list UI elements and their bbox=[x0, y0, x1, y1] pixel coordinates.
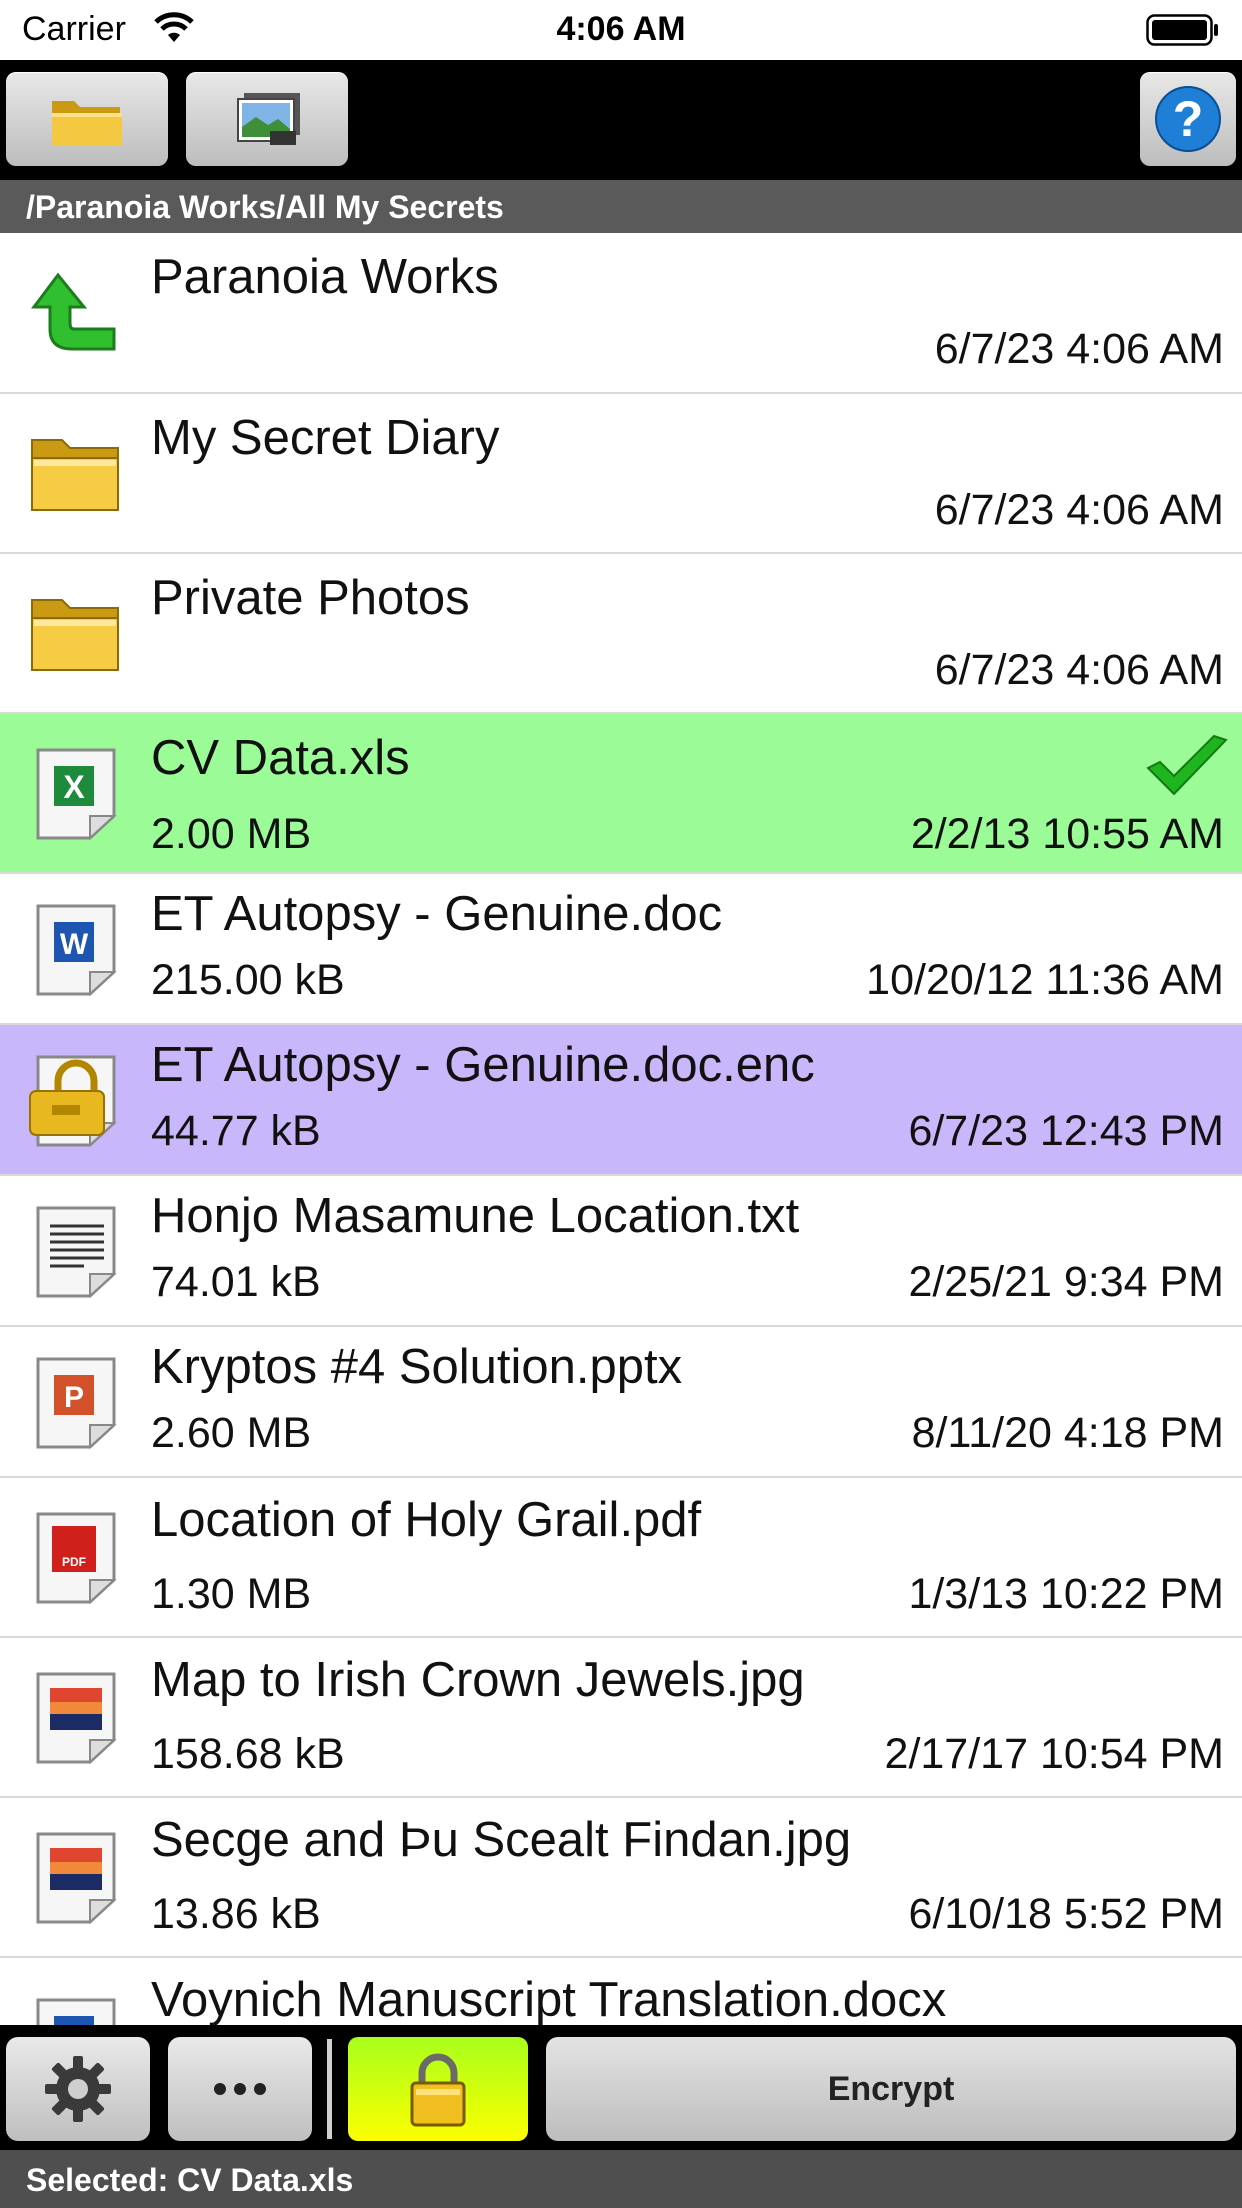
file-row[interactable]: P Kryptos #4 Solution.pptx 2.60 MB 8/11/… bbox=[0, 1327, 1242, 1478]
row-name: ET Autopsy - Genuine.doc bbox=[151, 887, 723, 941]
row-date: 6/7/23 4:06 AM bbox=[934, 486, 1224, 534]
file-row-encrypted[interactable]: ET Autopsy - Genuine.doc.enc 44.77 kB 6/… bbox=[0, 1025, 1242, 1176]
folder-icon bbox=[28, 430, 124, 526]
row-name: CV Data.xls bbox=[151, 731, 410, 785]
image-file-icon bbox=[28, 1670, 124, 1766]
word-file-icon: W bbox=[28, 902, 124, 998]
row-name: Paranoia Works bbox=[151, 250, 499, 304]
svg-text:PDF: PDF bbox=[62, 1555, 86, 1569]
open-folder-button[interactable] bbox=[6, 72, 168, 166]
row-name: Honjo Masamune Location.txt bbox=[151, 1189, 800, 1243]
row-name: Map to Irish Crown Jewels.jpg bbox=[151, 1653, 805, 1707]
photo-library-button[interactable] bbox=[186, 72, 348, 166]
path-bar: /Paranoia Works/All My Secrets bbox=[0, 180, 1242, 233]
svg-text:X: X bbox=[63, 769, 85, 805]
row-size: 1.30 MB bbox=[151, 1570, 312, 1618]
file-row[interactable]: W ET Autopsy - Genuine.doc 215.00 kB 10/… bbox=[0, 874, 1242, 1025]
row-date: 2/2/13 10:55 AM bbox=[910, 810, 1224, 858]
row-name: My Secret Diary bbox=[151, 411, 500, 465]
svg-text:P: P bbox=[64, 1381, 84, 1414]
toolbar-divider bbox=[327, 2039, 332, 2139]
battery-icon bbox=[1146, 14, 1220, 51]
pdf-file-icon: PDF bbox=[28, 1510, 124, 1606]
row-size: 13.86 kB bbox=[151, 1890, 321, 1938]
file-row-selected[interactable]: X CV Data.xls 2.00 MB 2/2/13 10:55 AM bbox=[0, 714, 1242, 874]
encrypted-file-icon bbox=[28, 1053, 124, 1149]
row-name: ET Autopsy - Genuine.doc.enc bbox=[151, 1038, 815, 1092]
row-date: 6/10/18 5:52 PM bbox=[908, 1890, 1224, 1938]
selection-status-bar: Selected: CV Data.xls bbox=[0, 2150, 1242, 2208]
selection-status: Selected: CV Data.xls bbox=[26, 2162, 354, 2198]
checkmark-icon bbox=[1144, 734, 1230, 805]
row-size: 2.00 MB bbox=[151, 810, 312, 858]
bottom-toolbar: Encrypt bbox=[0, 2025, 1242, 2150]
row-size: 2.60 MB bbox=[151, 1409, 312, 1457]
file-row[interactable]: Honjo Masamune Location.txt 74.01 kB 2/2… bbox=[0, 1176, 1242, 1327]
clock: 4:06 AM bbox=[556, 10, 686, 48]
row-date: 6/7/23 12:43 PM bbox=[908, 1107, 1224, 1155]
row-name: Kryptos #4 Solution.pptx bbox=[151, 1340, 683, 1394]
file-row[interactable]: PDF Location of Holy Grail.pdf 1.30 MB 1… bbox=[0, 1478, 1242, 1638]
row-date: 2/25/21 9:34 PM bbox=[908, 1258, 1224, 1306]
word-file-icon: W bbox=[28, 1996, 124, 2025]
row-date: 1/3/13 10:22 PM bbox=[908, 1570, 1224, 1618]
image-file-icon bbox=[28, 1830, 124, 1926]
help-button[interactable]: ? bbox=[1140, 72, 1236, 166]
lock-button[interactable] bbox=[348, 2037, 528, 2141]
up-arrow-icon bbox=[28, 263, 124, 359]
row-size: 158.68 kB bbox=[151, 1730, 345, 1778]
encrypt-button[interactable]: Encrypt bbox=[546, 2037, 1236, 2141]
row-date: 8/11/20 4:18 PM bbox=[911, 1409, 1224, 1457]
powerpoint-file-icon: P bbox=[28, 1355, 124, 1451]
file-list[interactable]: Paranoia Works 6/7/23 4:06 AM My Secret … bbox=[0, 233, 1242, 2025]
svg-text:?: ? bbox=[1173, 91, 1204, 147]
top-toolbar: ? bbox=[0, 60, 1242, 180]
row-date: 6/7/23 4:06 AM bbox=[934, 646, 1224, 694]
row-size: 74.01 kB bbox=[151, 1258, 321, 1306]
row-size: 215.00 kB bbox=[151, 956, 345, 1004]
current-path: /Paranoia Works/All My Secrets bbox=[26, 189, 504, 225]
row-date: 10/20/12 11:36 AM bbox=[866, 956, 1224, 1004]
more-button[interactable] bbox=[168, 2037, 312, 2141]
row-name: Private Photos bbox=[151, 571, 470, 625]
svg-text:W: W bbox=[60, 928, 89, 961]
row-date: 6/7/23 4:06 AM bbox=[934, 325, 1224, 373]
status-bar: Carrier 4:06 AM bbox=[0, 0, 1242, 60]
file-row[interactable]: Map to Irish Crown Jewels.jpg 158.68 kB … bbox=[0, 1638, 1242, 1798]
text-file-icon bbox=[28, 1204, 124, 1300]
settings-button[interactable] bbox=[6, 2037, 150, 2141]
folder-row[interactable]: My Secret Diary 6/7/23 4:06 AM bbox=[0, 394, 1242, 554]
folder-row[interactable]: Private Photos 6/7/23 4:06 AM bbox=[0, 554, 1242, 714]
row-date: 2/17/17 10:54 PM bbox=[884, 1730, 1224, 1778]
file-row[interactable]: Secge and Þu Scealt Findan.jpg 13.86 kB … bbox=[0, 1798, 1242, 1958]
row-name: Voynich Manuscript Translation.docx bbox=[151, 1973, 947, 2025]
row-size: 44.77 kB bbox=[151, 1107, 321, 1155]
file-row[interactable]: W Voynich Manuscript Translation.docx bbox=[0, 1958, 1242, 2025]
folder-icon bbox=[28, 590, 124, 686]
parent-folder-row[interactable]: Paranoia Works 6/7/23 4:06 AM bbox=[0, 233, 1242, 394]
row-name: Location of Holy Grail.pdf bbox=[151, 1493, 702, 1547]
row-name: Secge and Þu Scealt Findan.jpg bbox=[151, 1813, 852, 1867]
excel-file-icon: X bbox=[28, 746, 124, 842]
